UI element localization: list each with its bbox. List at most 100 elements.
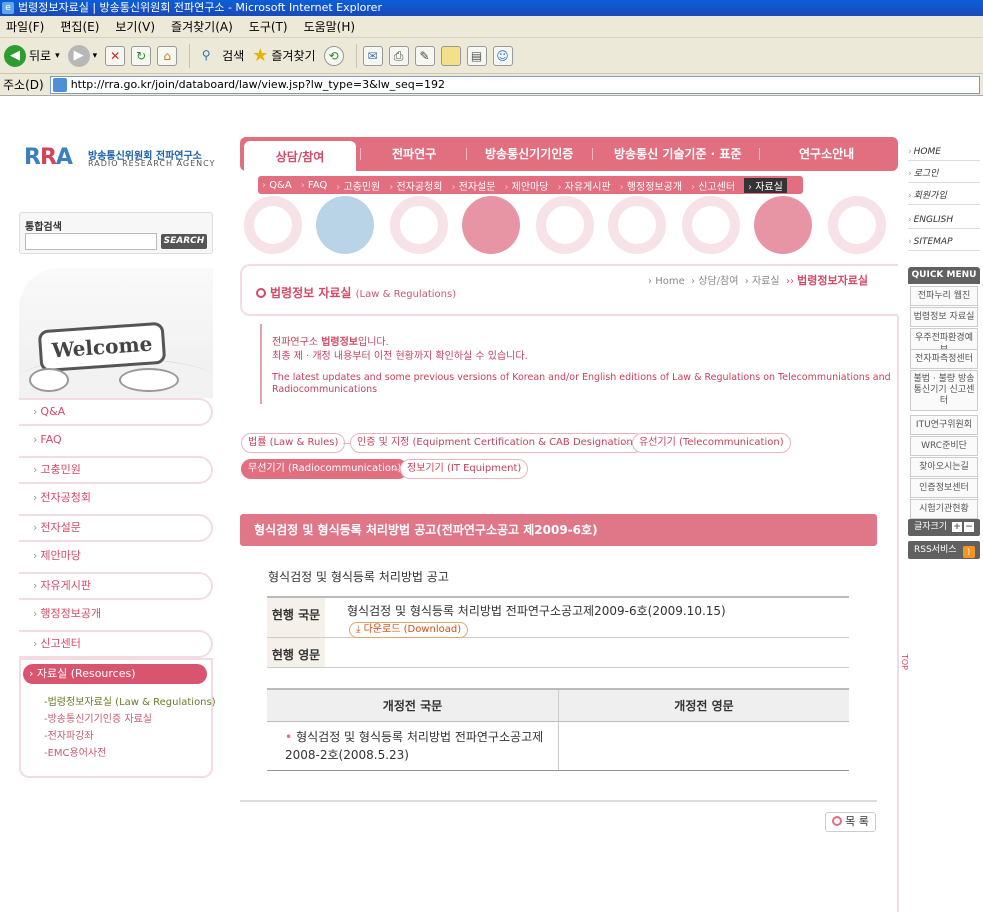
download-button[interactable]: ⤓ 다운로드 (Download) [349, 622, 469, 638]
quick-illegal-report[interactable]: 불법 · 불량 방송통신기기 신고센터 [910, 370, 978, 411]
leftnav-report[interactable]: › 신고센터 [19, 630, 213, 658]
prev-en-cell [559, 722, 849, 770]
table-row: 현행 국문 형식검정 및 형식등록 처리방법 전파연구소공고제2009-6호(2… [267, 598, 849, 638]
menu-bar: 파일(F) 편집(E) 보기(V) 즐겨찾기(A) 도구(T) 도움말(H) [0, 16, 983, 38]
leftnav-sub-cert[interactable]: -방송통신기기인증 자료실 [44, 710, 152, 725]
intro-post: 입니다. [358, 337, 389, 348]
intro-text: 전파연구소 법령정보입니다. 최종 제 · 개정 내용부터 이전 현황까지 확인… [260, 324, 898, 404]
leftnav-board[interactable]: › 자유게시판 [19, 572, 213, 600]
subnav-disclosure[interactable]: 행정정보공개 [620, 178, 682, 193]
subnav-report[interactable]: 신고센터 [691, 178, 735, 193]
leftnav-complaints[interactable]: › 고충민원 [19, 456, 213, 484]
subnav-proposal[interactable]: 제안마당 [504, 178, 549, 193]
rss-button[interactable]: RSS서비스) [908, 541, 980, 559]
tab-certification[interactable]: 방송통신기기인증 [485, 137, 573, 171]
nav-separator [360, 148, 361, 160]
right-link-login[interactable]: › 로그인 [908, 165, 980, 183]
print-icon[interactable]: ⎙ [388, 45, 409, 66]
address-input[interactable]: http://rra.go.kr/join/databoard/law/view… [49, 75, 980, 94]
history-icon[interactable]: ⟲ [323, 45, 344, 66]
messenger-icon[interactable]: ☺ [492, 45, 513, 66]
current-en-header: 현행 영문 [267, 638, 325, 667]
scroll-top-link[interactable]: TOP [900, 654, 909, 670]
tab-standards[interactable]: 방송통신 기술기준 · 표준 [614, 137, 742, 171]
subnav-faq[interactable]: FAQ [301, 180, 327, 191]
quick-law[interactable]: 법령정보 자료실 [910, 307, 978, 327]
quick-emf-center[interactable]: 전자파측정센터 [910, 349, 978, 369]
prev-ko-link[interactable]: 형식검정 및 형식등록 처리방법 전파연구소공고제2008-2호(2008.5.… [285, 730, 543, 762]
breadcrumb-consult[interactable]: 상담/참여 [698, 276, 738, 287]
category-law[interactable]: 법률 (Law & Rules) [241, 433, 346, 453]
menu-favorites[interactable]: 즐겨찾기(A) [171, 18, 233, 35]
quick-itu[interactable]: ITU연구위원회 [910, 415, 978, 435]
subnav-board[interactable]: 자유게시판 [557, 178, 611, 193]
right-link-home[interactable]: › HOME [908, 143, 980, 161]
right-link-sitemap[interactable]: › SITEMAP [908, 233, 980, 251]
tab-radio-research[interactable]: 전파연구 [392, 137, 436, 171]
leftnav-sub-law[interactable]: -법령정보자료실 (Law & Regulations) [44, 693, 216, 708]
right-divider [897, 316, 899, 912]
subnav-complaints[interactable]: 고충민원 [336, 178, 380, 193]
toolbar-separator [355, 43, 357, 68]
menu-file[interactable]: 파일(F) [6, 18, 44, 35]
tab-about[interactable]: 연구소안내 [799, 137, 854, 171]
list-button[interactable]: 목 록 [825, 812, 876, 832]
breadcrumb-resources[interactable]: 자료실 [752, 276, 780, 287]
minus-icon[interactable]: − [964, 522, 974, 532]
subnav-survey[interactable]: 전자설문 [451, 178, 496, 193]
leftnav-proposal[interactable]: › 제안마당 [19, 544, 213, 572]
back-button[interactable]: ◀ 뒤로 ▾ [4, 44, 60, 67]
category-telecom[interactable]: 유선기기 (Telecommunication) [632, 433, 791, 453]
search-button[interactable]: SEARCH [161, 234, 207, 249]
right-link-english[interactable]: › ENGLISH [908, 211, 980, 229]
subnav-qna[interactable]: Q&A [262, 180, 292, 191]
toolbar-separator [189, 43, 191, 68]
leftnav-sub-emc[interactable]: -EMC용어사전 [44, 744, 106, 759]
breadcrumb-home[interactable]: Home [655, 276, 685, 287]
subnav-hearing[interactable]: 전자공청회 [389, 178, 442, 193]
leftnav-sub-emf[interactable]: -전자파강좌 [44, 727, 94, 742]
quick-webzine[interactable]: 전파누리 웹진 [910, 286, 978, 306]
nav-separator [466, 148, 467, 160]
category-it[interactable]: 정보기기 (IT Equipment) [400, 459, 529, 479]
edit-icon[interactable]: ✎ [414, 45, 435, 66]
leftnav-disclosure[interactable]: › 행정정보공개 [19, 602, 213, 630]
quick-cert-info[interactable]: 인증정보센터 [910, 478, 978, 498]
category-certification[interactable]: 인증 및 지정 (Equipment Certification & CAB D… [350, 433, 644, 453]
research-icon[interactable]: ▤ [466, 45, 487, 66]
download-label: 다운로드 (Download) [363, 624, 462, 635]
refresh-icon[interactable]: ↻ [131, 45, 152, 66]
category-radio[interactable]: 무선기기 (Radiocommunication) [241, 459, 409, 479]
subnav-resources[interactable]: 자료실 [744, 177, 787, 193]
current-ko-header: 현행 국문 [267, 598, 325, 637]
leftnav-survey[interactable]: › 전자설문 [19, 514, 213, 542]
menu-tools[interactable]: 도구(T) [249, 18, 288, 35]
right-link-join[interactable]: › 회원가입 [908, 187, 980, 205]
quick-test-labs[interactable]: 시험기관현황 [910, 499, 978, 519]
quick-directions[interactable]: 찾아오시는길 [910, 457, 978, 477]
site-logo[interactable]: RRA 방송통신위원회 전파연구소 RADIO RESEARCH AGENCY [24, 145, 215, 171]
arrow-icon: › [908, 215, 912, 225]
tab-consult[interactable]: 상담/참여 [244, 141, 356, 173]
stop-icon[interactable]: ✕ [105, 45, 126, 66]
mail-icon[interactable]: ✉ [362, 45, 383, 66]
favorites-button[interactable]: ★ 즐겨찾기 [252, 45, 315, 66]
leftnav-qna[interactable]: › Q&A [19, 398, 213, 426]
menu-edit[interactable]: 편집(E) [60, 18, 99, 35]
leftnav-resources[interactable]: › 자료실 (Resources) [23, 664, 207, 684]
search-button[interactable]: ⚲ 검색 [196, 46, 245, 66]
rss-icon: ) [962, 546, 975, 558]
leftnav-faq[interactable]: › FAQ [19, 428, 213, 456]
leftnav-hearing[interactable]: › 전자공청회 [19, 486, 213, 514]
discuss-icon[interactable] [440, 45, 461, 66]
menu-view[interactable]: 보기(V) [115, 18, 155, 35]
arrow-icon: › [33, 521, 38, 534]
plus-icon[interactable]: + [952, 522, 962, 532]
menu-help[interactable]: 도움말(H) [304, 18, 356, 35]
search-input[interactable] [25, 233, 157, 250]
quick-wrc[interactable]: WRC준비단 [910, 436, 978, 456]
ie-page-icon: e [2, 2, 14, 14]
home-icon[interactable]: ⌂ [157, 45, 178, 66]
forward-button[interactable]: ▶ ▾ [67, 44, 97, 67]
decorative-circles [240, 196, 898, 256]
